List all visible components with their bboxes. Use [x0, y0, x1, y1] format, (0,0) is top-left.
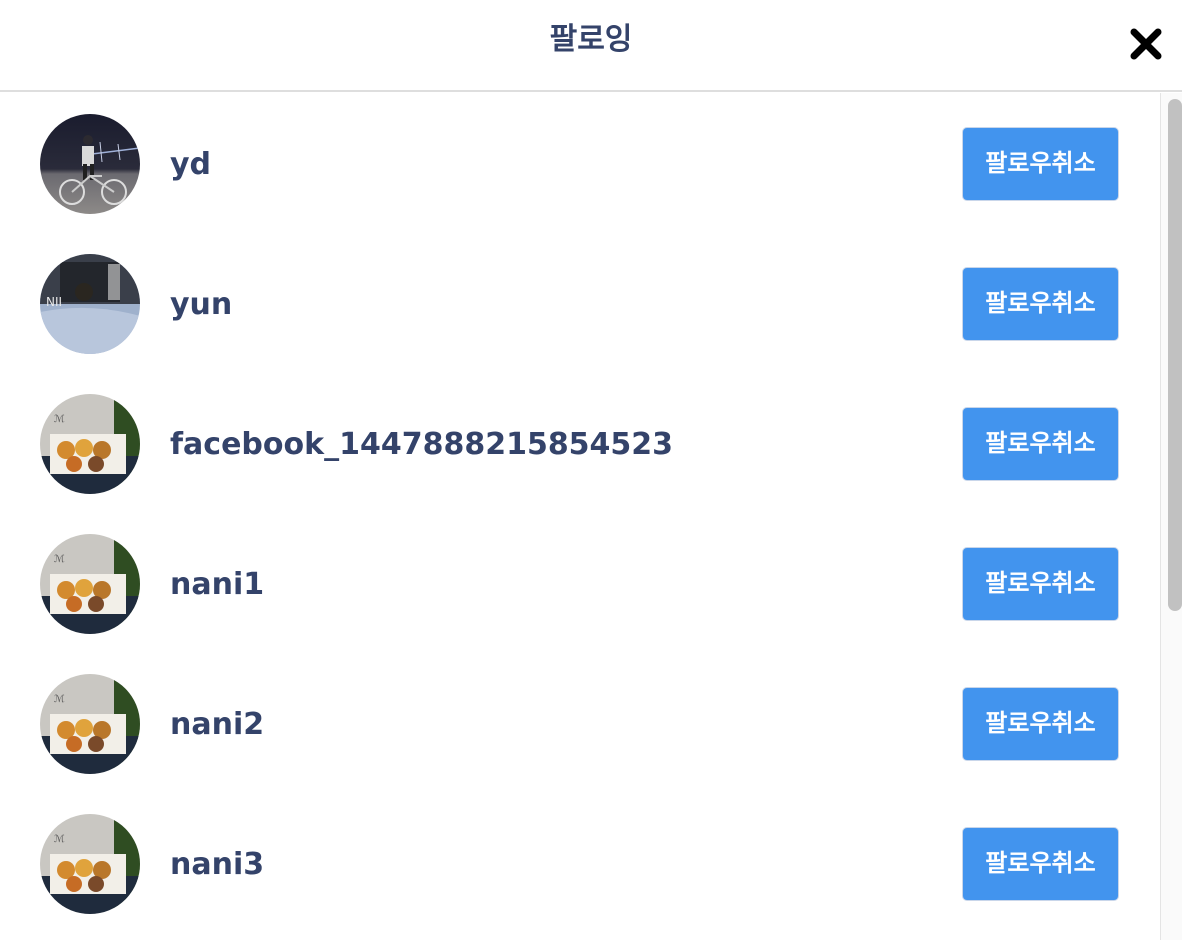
unfollow-button[interactable]: 팔로우취소	[962, 827, 1119, 901]
list-item: ℳ nani2 팔로우취소	[0, 653, 1160, 793]
avatar[interactable]: ℳ	[40, 674, 140, 774]
scrollbar[interactable]	[1160, 93, 1182, 940]
following-modal: 팔로잉 yd 팔로우취소 NII yun 팔로우취소 ℳ facebook_14…	[0, 0, 1182, 940]
modal-title: 팔로잉	[549, 22, 633, 57]
username[interactable]: yun	[170, 285, 232, 325]
username[interactable]: facebook_1447888215854523	[170, 425, 673, 465]
list-item: ℳ facebook_1447888215854523 팔로우취소	[0, 373, 1160, 513]
list-item: ℳ nani3 팔로우취소	[0, 793, 1160, 933]
list-item: NII yun 팔로우취소	[0, 233, 1160, 373]
close-button[interactable]	[1126, 24, 1166, 64]
scrollbar-thumb[interactable]	[1168, 99, 1182, 611]
avatar[interactable]	[40, 114, 140, 214]
unfollow-button[interactable]: 팔로우취소	[962, 267, 1119, 341]
svg-text:ℳ: ℳ	[54, 834, 65, 845]
list-item: ℳ nani1 팔로우취소	[0, 513, 1160, 653]
unfollow-button[interactable]: 팔로우취소	[962, 407, 1119, 481]
list-item: yd 팔로우취소	[0, 93, 1160, 233]
avatar[interactable]: NII	[40, 254, 140, 354]
close-icon	[1130, 28, 1162, 60]
svg-text:NII: NII	[46, 295, 62, 309]
following-list: yd 팔로우취소 NII yun 팔로우취소 ℳ facebook_144788…	[0, 93, 1160, 940]
avatar[interactable]: ℳ	[40, 814, 140, 914]
svg-text:ℳ: ℳ	[54, 554, 65, 565]
unfollow-button[interactable]: 팔로우취소	[962, 547, 1119, 621]
avatar[interactable]: ℳ	[40, 394, 140, 494]
username[interactable]: nani2	[170, 705, 264, 745]
svg-text:ℳ: ℳ	[54, 694, 65, 705]
username[interactable]: nani3	[170, 845, 264, 885]
username[interactable]: yd	[170, 145, 211, 185]
username[interactable]: nani1	[170, 565, 264, 605]
unfollow-button[interactable]: 팔로우취소	[962, 127, 1119, 201]
unfollow-button[interactable]: 팔로우취소	[962, 687, 1119, 761]
svg-text:ℳ: ℳ	[54, 414, 65, 425]
modal-header: 팔로잉	[0, 0, 1182, 92]
avatar[interactable]: ℳ	[40, 534, 140, 634]
